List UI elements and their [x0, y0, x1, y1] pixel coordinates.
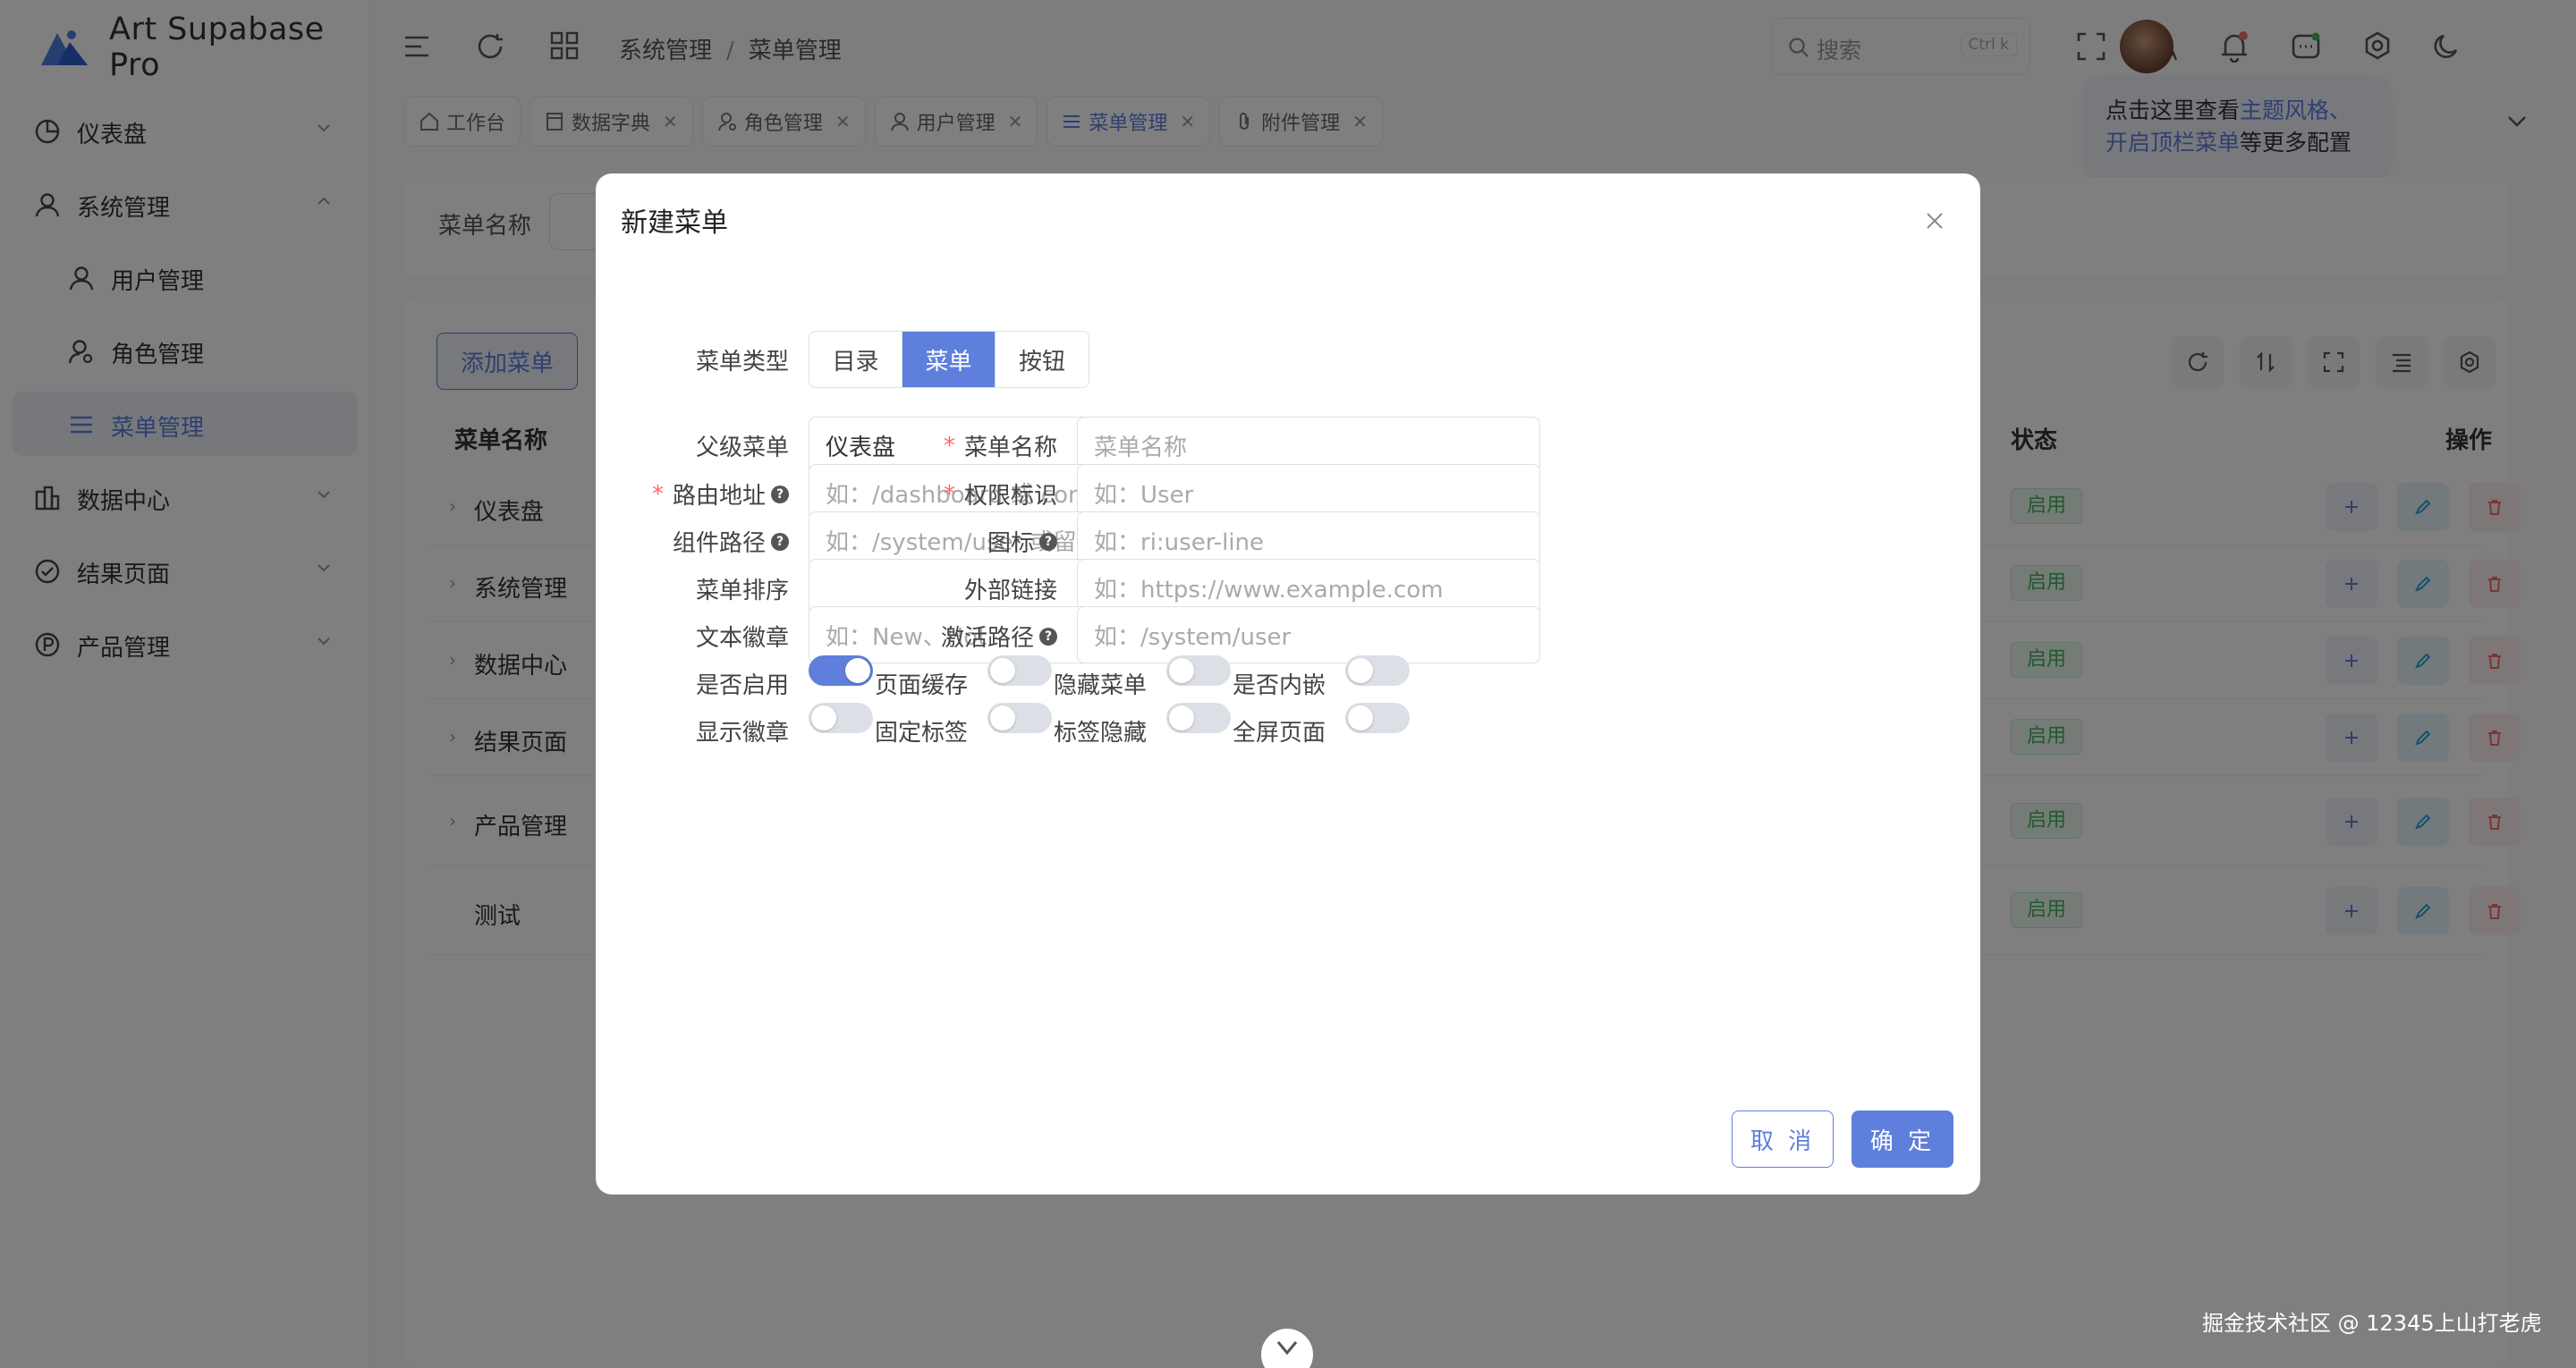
active-path-label: 激活路径?: [843, 620, 1057, 653]
menu-type-option-directory[interactable]: 目录: [809, 332, 902, 387]
active-path-input[interactable]: 如：/system/user: [1077, 606, 1540, 663]
external-link-label: 外部链接: [963, 578, 1057, 604]
switch-label: 是否内嵌: [1232, 672, 1326, 699]
menu-type-selector: 目录 菜单 按钮: [809, 331, 1089, 388]
help-icon[interactable]: ?: [1039, 532, 1057, 551]
close-icon[interactable]: [1925, 211, 1945, 231]
help-icon[interactable]: ?: [771, 532, 789, 551]
route-path-label: * 路由地址?: [574, 477, 789, 511]
help-icon[interactable]: ?: [1039, 627, 1057, 646]
dialog-title: 新建菜单: [621, 207, 728, 239]
menu-type-option-button[interactable]: 按钮: [996, 332, 1089, 387]
menu-type-option-menu[interactable]: 菜单: [902, 332, 996, 387]
new-menu-dialog: 新建菜单 菜单类型 目录 菜单 按钮 父级菜单 仪表盘 * 菜单名称 菜单名称 *…: [596, 173, 1980, 1195]
permission-label: * 权限标识: [943, 480, 1057, 511]
watermark: 掘金技术社区 @ 12345上山打老虎: [2202, 1311, 2542, 1336]
cancel-button[interactable]: 取 消: [1732, 1110, 1834, 1168]
badge-text-label: 文本徽章: [695, 625, 789, 652]
confirm-button[interactable]: 确 定: [1852, 1110, 1953, 1168]
switch-label: 全屏页面: [1232, 720, 1326, 747]
fullscreen-page-toggle[interactable]: [1345, 703, 1410, 733]
menu-type-label: 菜单类型: [695, 349, 789, 376]
component-path-label: 组件路径?: [574, 525, 789, 558]
help-icon[interactable]: ?: [771, 485, 789, 503]
menu-sort-label: 菜单排序: [695, 578, 789, 604]
iframe-toggle[interactable]: [1345, 655, 1410, 686]
parent-menu-label: 父级菜单: [695, 435, 789, 461]
menu-name-label: * 菜单名称: [943, 432, 1057, 462]
icon-label: 图标?: [843, 525, 1057, 558]
